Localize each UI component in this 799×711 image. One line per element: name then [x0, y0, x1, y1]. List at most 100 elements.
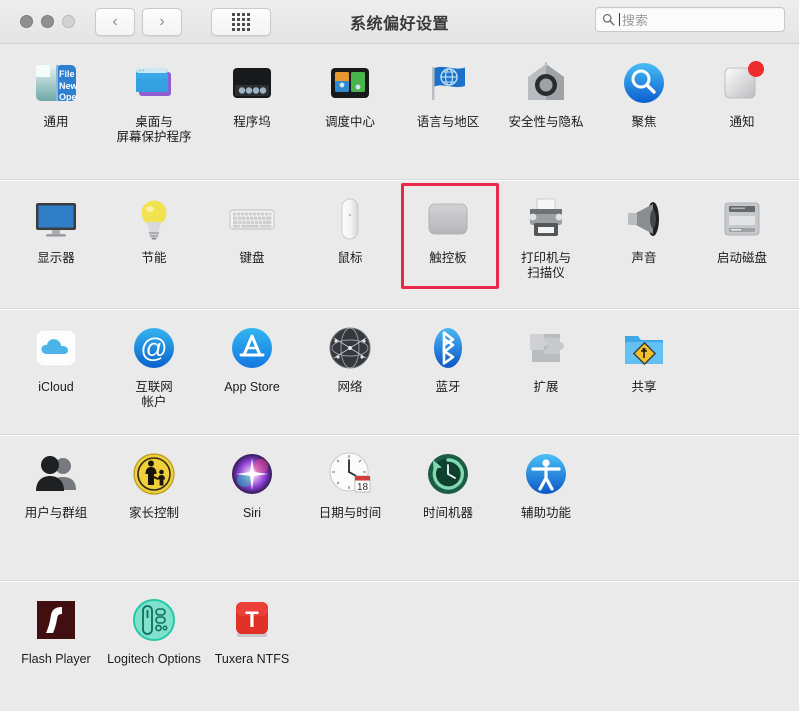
- date-time-icon: 18: [325, 449, 375, 499]
- pref-pane-printers-scanners[interactable]: 打印机与 扫描仪: [497, 180, 595, 285]
- pref-pane-network[interactable]: 网络: [301, 309, 399, 399]
- pref-pane-label: 显示器: [37, 251, 75, 265]
- search-field[interactable]: 搜索: [595, 7, 785, 32]
- titlebar: ‹ › 系统偏好设置 搜索: [0, 0, 799, 44]
- pref-pane-keyboard[interactable]: 键盘: [203, 180, 301, 270]
- pref-pane-label: iCloud: [38, 380, 74, 394]
- forward-button[interactable]: ›: [142, 7, 182, 36]
- system-preferences-window: ‹ › 系统偏好设置 搜索 File New Ope 通用 桌面与 屏幕保护程序…: [0, 0, 799, 711]
- printers-scanners-icon: [521, 194, 571, 244]
- pref-pane-trackpad[interactable]: 触控板: [399, 180, 499, 289]
- startup-disk-icon: [717, 194, 767, 244]
- pref-pane-label: 时间机器: [422, 506, 473, 520]
- pref-pane-label: 日期与时间: [318, 506, 382, 520]
- siri-icon: [227, 449, 277, 499]
- extensions-icon: [521, 323, 571, 373]
- back-button[interactable]: ‹: [95, 7, 135, 36]
- pref-pane-label: 打印机与 扫描仪: [520, 251, 571, 280]
- pref-pane-siri[interactable]: Siri: [203, 435, 301, 525]
- pref-pane-sound[interactable]: 声音: [595, 180, 693, 270]
- desktop-screensaver-icon: [129, 58, 179, 108]
- network-icon: [325, 323, 375, 373]
- security-privacy-icon: [521, 58, 571, 108]
- displays-icon: [31, 194, 81, 244]
- pref-pane-label: App Store: [224, 380, 280, 394]
- pref-pane-label: 扩展: [533, 380, 559, 394]
- pref-pane-internet-accounts[interactable]: @ 互联网 帐户: [105, 309, 203, 414]
- pref-pane-general[interactable]: File New Ope 通用: [7, 44, 105, 134]
- svg-text:New: New: [59, 81, 79, 91]
- pref-pane-bluetooth[interactable]: 蓝牙: [399, 309, 497, 399]
- zoom-button[interactable]: [62, 15, 75, 28]
- grid-icon: [232, 12, 250, 31]
- pref-pane-logitech-options[interactable]: Logitech Options: [105, 581, 203, 671]
- pref-pane-label: 桌面与 屏幕保护程序: [116, 115, 192, 144]
- close-button[interactable]: [20, 15, 33, 28]
- svg-text:T: T: [245, 607, 259, 632]
- icloud-icon: [31, 323, 81, 373]
- pref-pane-label: 网络: [337, 380, 363, 394]
- icon-row: File New Ope 通用 桌面与 屏幕保护程序 程序坞 调度中心 语言与地…: [0, 44, 799, 179]
- svg-text:Ope: Ope: [59, 92, 77, 102]
- pref-pane-energy-saver[interactable]: 节能: [105, 180, 203, 270]
- pref-pane-label: 调度中心: [324, 115, 375, 129]
- section-third-party: Flash Player Logitech Options T Tuxera N…: [0, 581, 799, 711]
- icon-row: Flash Player Logitech Options T Tuxera N…: [0, 581, 799, 711]
- pref-pane-startup-disk[interactable]: 启动磁盘: [693, 180, 791, 270]
- chevron-right-icon: ›: [159, 12, 165, 30]
- pref-pane-label: 通知: [729, 115, 755, 129]
- pref-pane-desktop-screensaver[interactable]: 桌面与 屏幕保护程序: [105, 44, 203, 149]
- notifications-icon: [717, 58, 767, 108]
- pref-pane-label: 安全性与隐私: [508, 115, 584, 129]
- pref-pane-label: 聚焦: [631, 115, 657, 129]
- pref-pane-displays[interactable]: 显示器: [7, 180, 105, 270]
- pref-pane-label: 节能: [141, 251, 167, 265]
- general-icon: File New Ope: [31, 58, 81, 108]
- keyboard-icon: [227, 194, 277, 244]
- pref-pane-mission-control[interactable]: 调度中心: [301, 44, 399, 134]
- pref-pane-label: 通用: [43, 115, 69, 129]
- spotlight-icon: [619, 58, 669, 108]
- app-store-icon: [227, 323, 277, 373]
- minimize-button[interactable]: [41, 15, 54, 28]
- pref-pane-accessibility[interactable]: 辅助功能: [497, 435, 595, 525]
- pref-pane-app-store[interactable]: App Store: [203, 309, 301, 399]
- show-all-button[interactable]: [211, 7, 271, 36]
- pref-pane-time-machine[interactable]: 时间机器: [399, 435, 497, 525]
- pref-pane-sharing[interactable]: 共享: [595, 309, 693, 399]
- pref-pane-language-region[interactable]: 语言与地区: [399, 44, 497, 134]
- pref-pane-icloud[interactable]: iCloud: [7, 309, 105, 399]
- pref-pane-security-privacy[interactable]: 安全性与隐私: [497, 44, 595, 134]
- svg-text:@: @: [140, 333, 167, 363]
- pref-pane-tuxera-ntfs[interactable]: T Tuxera NTFS: [203, 581, 301, 671]
- pref-pane-label: 蓝牙: [435, 380, 461, 394]
- pref-pane-label: 共享: [631, 380, 657, 394]
- nav-buttons: ‹ ›: [95, 7, 182, 36]
- pref-pane-date-time[interactable]: 18 日期与时间: [301, 435, 399, 525]
- pref-pane-label: 程序坞: [233, 115, 271, 129]
- pref-pane-dock[interactable]: 程序坞: [203, 44, 301, 134]
- pref-pane-users-groups[interactable]: 用户与群组: [7, 435, 105, 525]
- language-region-icon: [423, 58, 473, 108]
- pref-pane-label: Logitech Options: [107, 652, 201, 666]
- trackpad-icon: [423, 194, 473, 244]
- pref-pane-parental-controls[interactable]: 家长控制: [105, 435, 203, 525]
- pref-pane-mouse[interactable]: 鼠标: [301, 180, 399, 270]
- pref-pane-label: 声音: [631, 251, 657, 265]
- section-internet: iCloud @ 互联网 帐户 App Store 网络 蓝牙 扩展 共享: [0, 309, 799, 435]
- icon-row: 显示器 节能 键盘 鼠标 触控板 打印机与 扫描仪 声音 启动磁盘: [0, 180, 799, 308]
- pref-pane-label: Flash Player: [21, 652, 91, 666]
- section-system: 用户与群组 家长控制 Siri 18 日期与时间 时间机器 辅助功能: [0, 435, 799, 581]
- logitech-options-icon: [129, 595, 179, 645]
- pref-pane-flash-player[interactable]: Flash Player: [7, 581, 105, 671]
- parental-controls-icon: [129, 449, 179, 499]
- pref-pane-spotlight[interactable]: 聚焦: [595, 44, 693, 134]
- chevron-left-icon: ‹: [112, 12, 118, 30]
- pref-pane-extensions[interactable]: 扩展: [497, 309, 595, 399]
- search-icon: [602, 13, 615, 26]
- text-caret: [619, 13, 620, 26]
- pref-pane-notifications[interactable]: 通知: [693, 44, 791, 134]
- users-groups-icon: [31, 449, 81, 499]
- search-input[interactable]: 搜索: [622, 10, 648, 29]
- pref-pane-label: 辅助功能: [520, 506, 571, 520]
